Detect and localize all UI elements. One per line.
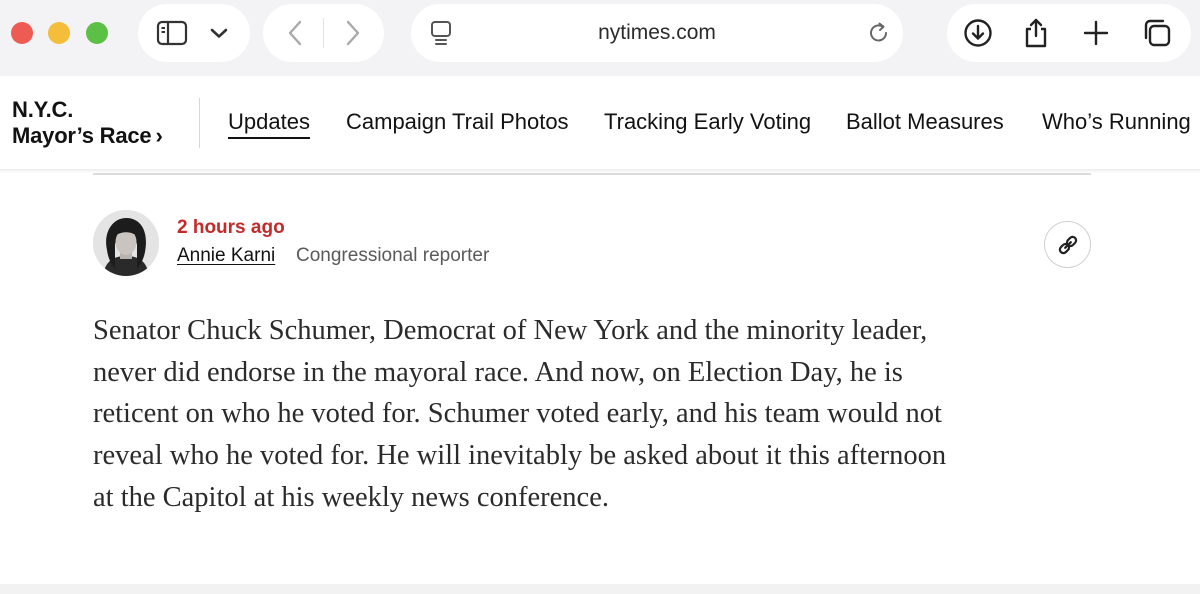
nav-item-campaign-trail-photos[interactable]: Campaign Trail Photos (346, 108, 569, 136)
post-body-line: Senator Chuck Schumer, Democrat of New Y… (93, 315, 928, 346)
forward-button[interactable] (333, 4, 373, 62)
tabs-overview-icon (1144, 19, 1171, 47)
back-icon (288, 20, 302, 46)
address-bar[interactable]: nytimes.com (411, 4, 903, 62)
new-tab-button[interactable] (1078, 4, 1114, 62)
download-icon (964, 19, 992, 47)
forward-icon (346, 20, 360, 46)
section-navigation: N.Y.C. Mayor’s Race › Updates Campaign Tr… (0, 76, 1200, 170)
browser-toolbar: nytimes.com (0, 0, 1200, 76)
reload-icon (870, 22, 887, 42)
downloads-button[interactable] (959, 4, 997, 62)
reload-button[interactable] (861, 4, 897, 62)
author-role: Congressional reporter (296, 245, 490, 266)
post-body-line: reveal who he voted for. He will inevita… (93, 440, 947, 472)
history-nav-group (263, 4, 384, 62)
chevron-right-icon: › (155, 123, 163, 148)
section-title-link[interactable]: N.Y.C. Mayor’s Race › (12, 97, 163, 149)
chevron-down-icon (210, 28, 228, 38)
sidebar-toggle-button[interactable] (152, 4, 192, 62)
nav-divider (323, 18, 324, 48)
author-link[interactable]: Annie Karni (177, 244, 275, 268)
post-body-line: never did endorse in the mayoral race. A… (93, 356, 903, 388)
plus-icon (1083, 20, 1109, 46)
post-body: Senator Chuck Schumer, Democrat of New Y… (93, 310, 1103, 519)
nav-item-ballot-measures[interactable]: Ballot Measures (846, 108, 1004, 136)
bottom-divider (0, 584, 1200, 594)
zoom-window-button[interactable] (86, 22, 108, 44)
url-text: nytimes.com (598, 21, 716, 44)
nav-item-tracking-early-voting[interactable]: Tracking Early Voting (604, 108, 811, 136)
post-body-line: at the Capitol at his weekly news confer… (93, 481, 609, 513)
post-body-line: reticent on who he voted for. Schumer vo… (93, 398, 942, 430)
nav-divider (199, 98, 200, 148)
minimize-window-button[interactable] (48, 22, 70, 44)
close-window-button[interactable] (11, 22, 33, 44)
nav-item-updates[interactable]: Updates (228, 108, 310, 139)
content-divider (93, 173, 1091, 175)
sidebar-control-group (138, 4, 250, 62)
section-title-line1: N.Y.C. (12, 97, 74, 122)
share-icon (1025, 18, 1047, 48)
post-timestamp: 2 hours ago (177, 217, 285, 238)
link-icon (1058, 235, 1077, 254)
tab-overview-button[interactable] (1137, 4, 1177, 62)
section-title-line2: Mayor’s Race (12, 123, 152, 148)
nav-item-whos-running[interactable]: Who’s Running (1042, 108, 1191, 136)
copy-link-button[interactable] (1044, 221, 1091, 268)
author-avatar (93, 210, 159, 276)
share-button[interactable] (1018, 4, 1054, 62)
tab-group-menu-button[interactable] (204, 4, 234, 62)
sidebar-icon (156, 20, 188, 46)
browser-actions-group (947, 4, 1191, 62)
back-button[interactable] (275, 4, 315, 62)
